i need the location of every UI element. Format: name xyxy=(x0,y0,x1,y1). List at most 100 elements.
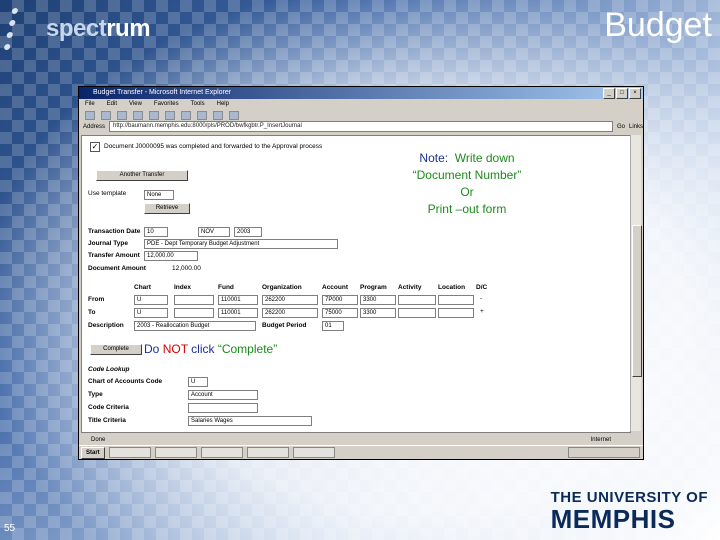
from-fund-field[interactable]: 110001 xyxy=(218,295,258,305)
menu-bar: File Edit View Favorites Tools Help xyxy=(79,99,643,110)
slide-title: Budget xyxy=(604,6,712,44)
date-year-select[interactable]: 2003 xyxy=(234,227,262,237)
confirmation-message: Document J0000095 was completed and forw… xyxy=(104,143,323,150)
menu-help[interactable]: Help xyxy=(217,99,229,110)
to-activity-field[interactable] xyxy=(398,308,436,318)
home-icon[interactable] xyxy=(149,110,159,120)
zone-text: Internet xyxy=(590,437,611,443)
type-label: Type xyxy=(88,391,103,398)
maximize-icon[interactable]: □ xyxy=(616,88,628,99)
use-template-label: Use template xyxy=(88,190,127,197)
taskbar-item[interactable] xyxy=(246,447,289,458)
note-line4: Print –out form xyxy=(427,202,507,216)
status-bar: Done Internet xyxy=(81,435,641,445)
window-title: Budget Transfer - Microsoft Internet Exp… xyxy=(93,89,232,96)
journal-type-label: Journal Type xyxy=(88,240,128,247)
to-org-field[interactable]: 262200 xyxy=(262,308,318,318)
taskbar-item[interactable] xyxy=(154,447,197,458)
date-day-select[interactable]: 10 xyxy=(144,227,168,237)
note-line2: “Document Number” xyxy=(412,168,522,182)
back-icon[interactable] xyxy=(85,110,95,120)
col-location: Location xyxy=(438,284,466,291)
chart-code-select[interactable]: U xyxy=(188,377,208,387)
address-input[interactable]: http://baumann.memphis.edu:8000/pls/PROD… xyxy=(109,121,613,132)
minimize-icon[interactable]: _ xyxy=(603,88,615,99)
transfer-amount-field[interactable]: 12,000.00 xyxy=(144,251,198,261)
page-number: 55 xyxy=(4,523,16,534)
to-location-field[interactable] xyxy=(438,308,474,318)
to-index-field[interactable] xyxy=(174,308,214,318)
menu-file[interactable]: File xyxy=(85,99,95,110)
warning-annotation: Do NOT click “Complete” xyxy=(144,342,277,356)
col-chart: Chart xyxy=(134,284,151,291)
description-field[interactable]: 2003 - Reallocation Budget xyxy=(134,321,256,331)
toolbar xyxy=(79,110,643,120)
col-program: Program xyxy=(360,284,387,291)
from-program-field[interactable]: 3300 xyxy=(360,295,396,305)
from-activity-field[interactable] xyxy=(398,295,436,305)
code-criteria-field[interactable] xyxy=(188,403,258,413)
from-org-field[interactable]: 262200 xyxy=(262,295,318,305)
transfer-amount-label: Transfer Amount xyxy=(88,252,140,259)
budget-period-select[interactable]: 01 xyxy=(322,321,344,331)
refresh-icon[interactable] xyxy=(133,110,143,120)
spectrum-logo: spectrum xyxy=(3,8,151,50)
forward-icon[interactable] xyxy=(101,110,111,120)
date-month-select[interactable]: NOV xyxy=(198,227,230,237)
document-amount-label: Document Amount xyxy=(88,265,146,272)
note-line3: Or xyxy=(460,185,474,199)
close-icon[interactable]: × xyxy=(629,88,641,99)
transaction-date-label: Transaction Date xyxy=(88,228,141,235)
menu-favorites[interactable]: Favorites xyxy=(154,99,179,110)
to-fund-field[interactable]: 110001 xyxy=(218,308,258,318)
taskbar-item[interactable] xyxy=(292,447,335,458)
links-label[interactable]: Links xyxy=(629,124,643,130)
col-activity: Activity xyxy=(398,284,422,291)
from-account-field[interactable]: 7P000 xyxy=(322,295,358,305)
menu-edit[interactable]: Edit xyxy=(107,99,117,110)
go-button[interactable]: Go xyxy=(617,124,625,130)
warn-complete: “Complete” xyxy=(217,342,278,356)
address-bar: Address http://baumann.memphis.edu:8000/… xyxy=(79,120,643,133)
ie-window: Budget Transfer - Microsoft Internet Exp… xyxy=(78,86,644,460)
row-to-label: To xyxy=(88,309,96,316)
window-title-bar: Budget Transfer - Microsoft Internet Exp… xyxy=(79,87,643,99)
taskbar-item[interactable] xyxy=(200,447,243,458)
from-dc: - xyxy=(480,295,483,302)
from-location-field[interactable] xyxy=(438,295,474,305)
to-dc: + xyxy=(480,308,484,315)
col-organization: Organization xyxy=(262,284,302,291)
warn-do: Do xyxy=(144,342,160,356)
type-select[interactable]: Account xyxy=(188,390,258,400)
print-icon[interactable] xyxy=(229,110,239,120)
history-icon[interactable] xyxy=(197,110,207,120)
university-logo: THE UNIVERSITY OF MEMPHIS xyxy=(551,489,708,532)
budget-period-label: Budget Period xyxy=(262,322,307,329)
start-button[interactable]: Start xyxy=(81,446,105,459)
row-from-label: From xyxy=(88,296,105,303)
retrieve-button[interactable]: Retrieve xyxy=(144,203,190,214)
from-chart-field[interactable]: U xyxy=(134,295,168,305)
template-select[interactable]: None xyxy=(144,190,174,200)
logo-text-a: spect xyxy=(46,15,107,42)
search-icon[interactable] xyxy=(165,110,175,120)
warn-not: NOT xyxy=(162,342,188,356)
favorites-icon[interactable] xyxy=(181,110,191,120)
journal-type-select[interactable]: PDE - Dept Temporary Budget Adjustment xyxy=(144,239,338,249)
menu-view[interactable]: View xyxy=(129,99,142,110)
title-criteria-field[interactable]: Salaries Wages xyxy=(188,416,312,426)
mail-icon[interactable] xyxy=(213,110,223,120)
to-program-field[interactable]: 3300 xyxy=(360,308,396,318)
menu-tools[interactable]: Tools xyxy=(191,99,205,110)
complete-button[interactable]: Complete xyxy=(90,344,142,355)
from-index-field[interactable] xyxy=(174,295,214,305)
stop-icon[interactable] xyxy=(117,110,127,120)
taskbar-item[interactable] xyxy=(108,447,151,458)
vertical-scrollbar[interactable] xyxy=(630,135,642,431)
to-account-field[interactable]: 75000 xyxy=(322,308,358,318)
note-prefix: Note: xyxy=(419,151,449,165)
code-criteria-label: Code Criteria xyxy=(88,404,129,411)
code-lookup-label: Code Lookup xyxy=(88,366,130,373)
to-chart-field[interactable]: U xyxy=(134,308,168,318)
another-transfer-button[interactable]: Another Transfer xyxy=(96,170,188,181)
